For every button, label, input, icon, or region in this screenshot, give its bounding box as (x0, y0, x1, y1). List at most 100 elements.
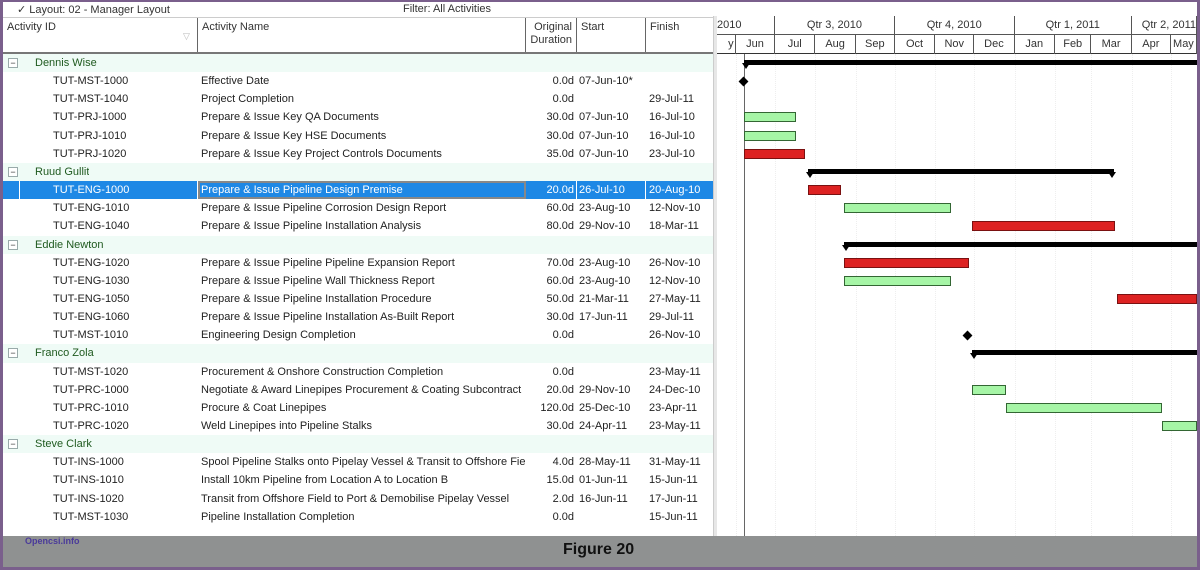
collapse-toggle-icon[interactable]: − (8, 166, 18, 177)
activity-bar[interactable] (1117, 293, 1197, 304)
filter-label[interactable]: Filter: All Activities (403, 3, 491, 15)
collapse-toggle-icon[interactable]: − (8, 348, 18, 359)
activity-row[interactable]: TUT-INS-1000 Spool Pipeline Stalks onto P… (3, 453, 716, 472)
activity-bar[interactable] (844, 203, 951, 214)
activity-id: TUT-MST-1020 (53, 365, 129, 378)
group-name: Ruud Gullit (35, 165, 90, 178)
row-selector[interactable] (3, 108, 19, 126)
column-header-activity-id[interactable]: Activity ID ▽ (3, 18, 198, 52)
row-selector[interactable] (3, 308, 19, 326)
activity-duration: 60.0d (546, 274, 574, 287)
group-row[interactable]: − Eddie Newton (3, 235, 716, 254)
gridline (1014, 54, 1016, 536)
group-row[interactable]: − Ruud Gullit (3, 162, 716, 182)
activity-finish: 26-Nov-10 (649, 256, 701, 269)
activity-row[interactable]: TUT-ENG-1030 Prepare & Issue Pipeline Wal… (3, 271, 716, 290)
row-selector[interactable] (3, 272, 19, 290)
activity-bar[interactable] (971, 384, 1006, 395)
activity-bar[interactable] (1161, 421, 1197, 431)
row-selector[interactable] (3, 254, 19, 272)
row-selector[interactable] (3, 90, 19, 108)
activity-start (577, 508, 645, 526)
row-selector[interactable] (3, 490, 19, 508)
row-selector[interactable] (3, 471, 19, 489)
collapse-toggle-icon[interactable]: − (8, 239, 18, 250)
activity-row[interactable]: TUT-ENG-1020 Prepare & Issue Pipeline Pip… (3, 253, 716, 272)
timescale-month: Jan (1015, 35, 1055, 54)
group-row[interactable]: − Steve Clark (3, 435, 716, 454)
activity-bar[interactable] (743, 130, 796, 141)
toolbar: ✓ Layout: 02 - Manager Layout Filter: Al… (3, 2, 716, 18)
row-selector[interactable] (3, 453, 19, 471)
column-header-original-duration[interactable]: Original Duration (526, 18, 577, 52)
sort-icon[interactable]: ▽ (183, 30, 190, 43)
row-selector[interactable] (3, 326, 19, 344)
activity-id: TUT-MST-1040 (53, 93, 129, 106)
activity-row[interactable]: TUT-PRJ-1010 Prepare & Issue Key HSE Docu… (3, 126, 716, 145)
column-header-start[interactable]: Start (577, 18, 646, 52)
activity-start: 07-Jun-10 (579, 147, 629, 160)
collapse-toggle-icon[interactable]: − (8, 439, 18, 450)
activity-bar[interactable] (807, 185, 842, 196)
activity-row[interactable]: TUT-INS-1010 Install 10km Pipeline from L… (3, 471, 716, 490)
activity-duration: 80.0d (546, 220, 574, 233)
activity-row[interactable]: TUT-ENG-1000 Prepare & Issue Pipeline Des… (3, 181, 716, 200)
row-selector[interactable] (3, 72, 19, 90)
activity-row[interactable]: TUT-MST-1040 Project Completion 0.0d 29-Jul… (3, 90, 716, 109)
timescale-month: Dec (974, 35, 1015, 54)
activity-row[interactable]: TUT-PRJ-1000 Prepare & Issue Key QA Docum… (3, 108, 716, 127)
row-selector[interactable] (3, 290, 19, 308)
row-selector[interactable] (3, 417, 19, 435)
row-selector[interactable] (3, 399, 19, 417)
activity-row[interactable]: TUT-MST-1030 Pipeline Installation Comple… (3, 507, 716, 526)
activity-finish: 31-May-11 (649, 456, 701, 469)
activity-row[interactable]: TUT-PRC-1000 Negotiate & Award Linepipes … (3, 380, 716, 399)
gridline (775, 54, 777, 536)
group-row[interactable]: − Dennis Wise (3, 54, 716, 73)
activity-row[interactable]: TUT-PRC-1010 Procure & Coat Linepipes 120.… (3, 398, 716, 418)
activity-bar[interactable] (743, 148, 805, 159)
activity-bar[interactable] (844, 257, 970, 268)
row-selector[interactable] (3, 381, 19, 399)
activity-row[interactable]: TUT-MST-1020 Procurement & Onshore Constr… (3, 362, 716, 381)
activity-finish: 15-Jun-11 (649, 510, 698, 523)
activity-row[interactable]: TUT-PRC-1020 Weld Linepipes into Pipeline… (3, 417, 716, 436)
activity-finish: 23-Apr-11 (649, 401, 698, 414)
activity-finish: 27-May-11 (649, 292, 701, 305)
row-selector[interactable] (3, 199, 19, 217)
activity-bar[interactable] (971, 221, 1115, 232)
activity-bar[interactable] (1005, 402, 1162, 413)
group-row[interactable]: − Franco Zola (3, 344, 716, 363)
row-selector[interactable] (3, 217, 19, 235)
activity-name: Procurement & Onshore Construction Compl… (201, 365, 444, 378)
activity-row[interactable]: TUT-MST-1000 Effective Date 0.0d 07-Jun-10* (3, 72, 716, 91)
collapse-toggle-icon[interactable]: − (8, 58, 18, 68)
row-selector[interactable] (3, 127, 19, 145)
column-header-activity-name[interactable]: Activity Name (198, 18, 526, 52)
row-selector[interactable] (3, 508, 19, 526)
row-selector[interactable] (3, 145, 19, 163)
row-selector[interactable] (3, 181, 19, 200)
activity-row[interactable]: TUT-MST-1010 Engineering Design Completio… (3, 326, 716, 345)
activity-name: Prepare & Issue Pipeline Installation As… (201, 311, 455, 324)
activity-finish: 16-Jul-10 (649, 111, 695, 124)
activity-id: TUT-MST-1010 (53, 329, 129, 342)
activity-id: TUT-PRC-1020 (53, 420, 129, 432)
figure-caption: Figure 20 (563, 541, 635, 558)
milestone-marker[interactable] (738, 76, 749, 87)
activity-row[interactable]: TUT-ENG-1010 Prepare & Issue Pipeline Cor… (3, 199, 716, 218)
activity-row[interactable]: TUT-INS-1020 Transit from Offshore Field … (3, 489, 716, 508)
timescale-month: y (727, 35, 736, 54)
gridline (855, 54, 857, 536)
activity-bar[interactable] (743, 112, 796, 123)
activity-row[interactable]: TUT-ENG-1040 Prepare & Issue Pipeline Ins… (3, 217, 716, 236)
activity-row[interactable]: TUT-PRJ-1020 Prepare & Issue Key Project … (3, 144, 716, 163)
activity-row[interactable]: TUT-ENG-1060 Prepare & Issue Pipeline Ins… (3, 308, 716, 327)
milestone-marker[interactable] (962, 330, 973, 341)
column-header-finish[interactable]: Finish (646, 18, 714, 52)
layout-selector[interactable]: ✓ Layout: 02 - Manager Layout (17, 3, 170, 16)
row-selector[interactable] (3, 363, 19, 381)
activity-row[interactable]: TUT-ENG-1050 Prepare & Issue Pipeline Ins… (3, 289, 716, 309)
activity-bar[interactable] (844, 275, 951, 286)
activity-name: Weld Linepipes into Pipeline Stalks (201, 420, 373, 432)
